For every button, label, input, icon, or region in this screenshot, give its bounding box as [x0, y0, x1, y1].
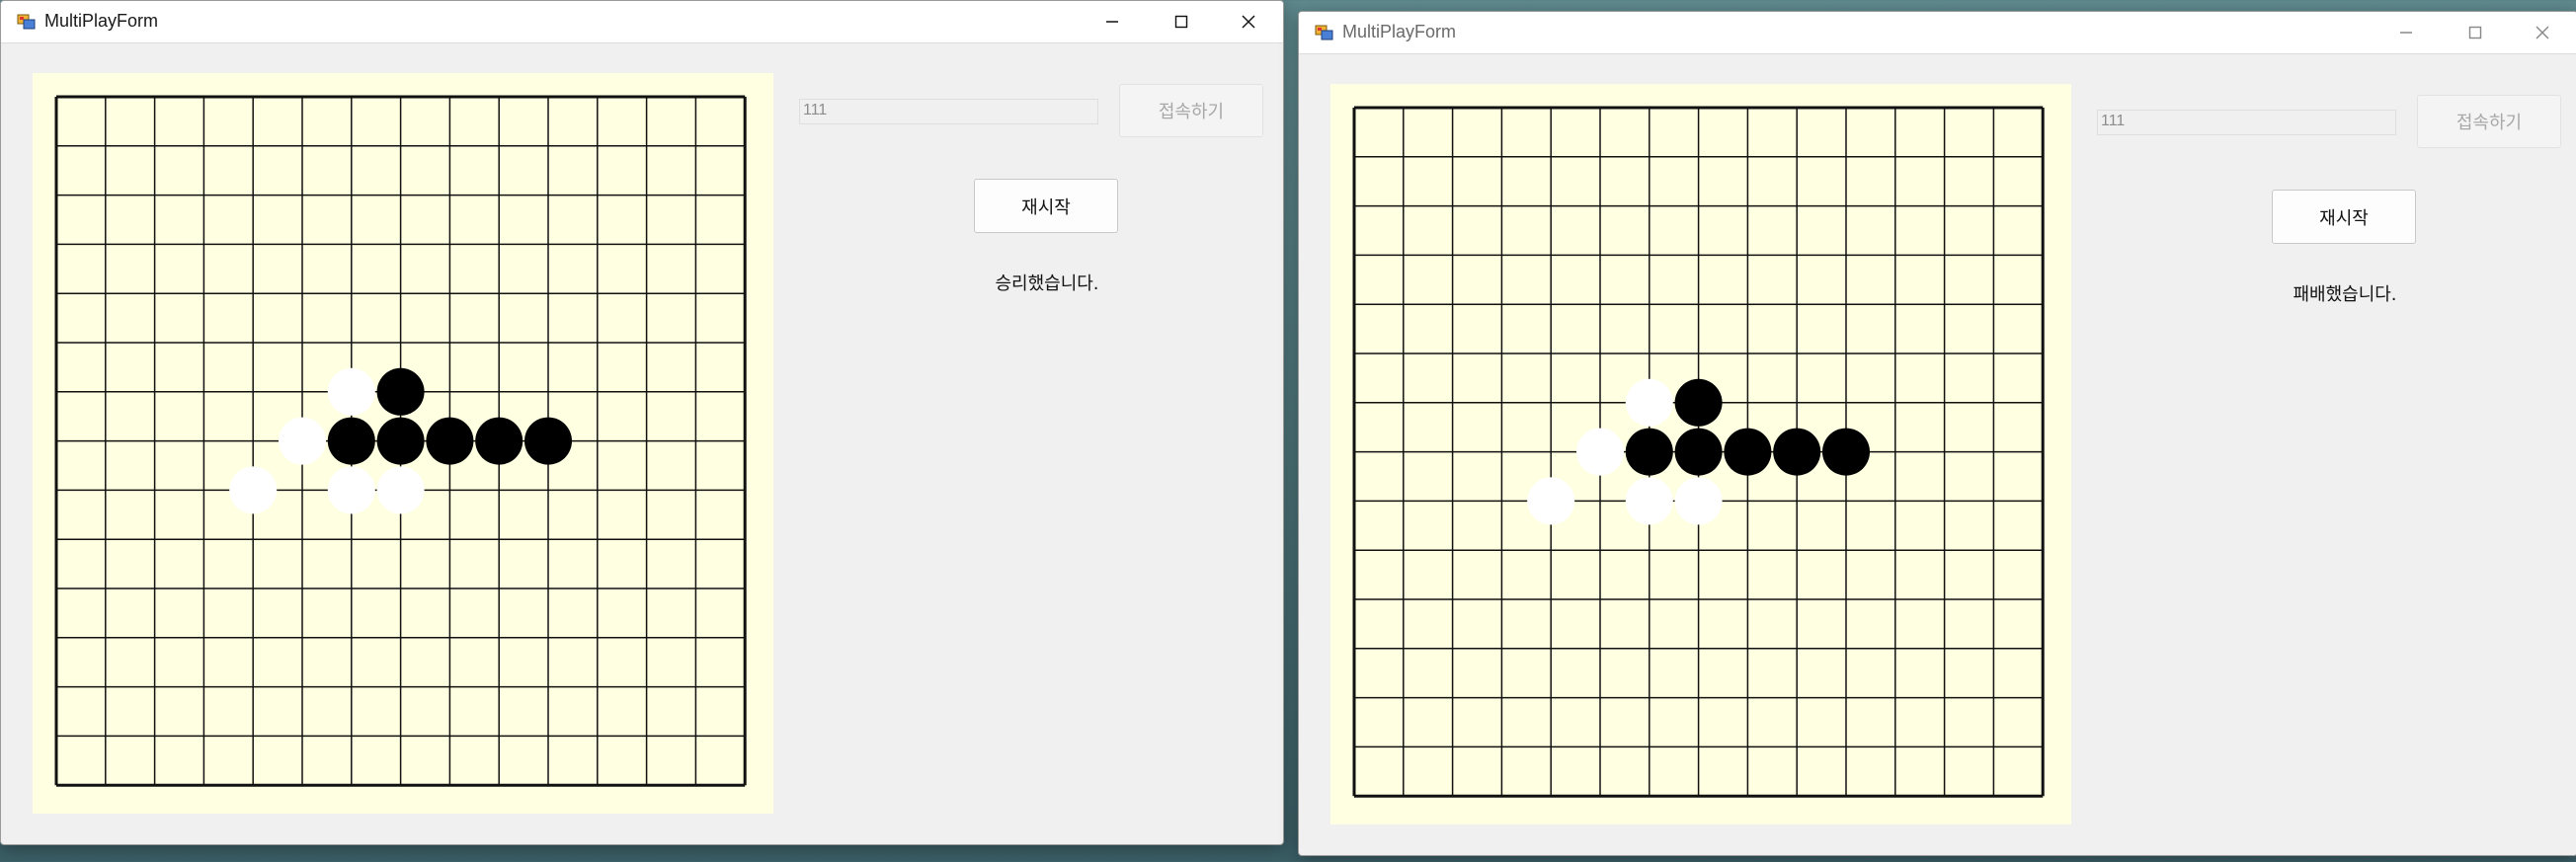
server-address-input[interactable]: 111 [799, 99, 1098, 124]
black-stone [1773, 428, 1821, 476]
board-grid[interactable] [33, 73, 773, 814]
close-icon [2536, 26, 2549, 39]
white-stone [1527, 477, 1575, 525]
window-title: MultiPlayForm [44, 11, 159, 31]
app-window-icon [1315, 25, 1333, 40]
multiplay-window-left: MultiPlayForm 111 접속하기 재시작 승리했습니다. [0, 0, 1284, 845]
multiplay-window-right: MultiPlayForm 111 접속하기 재시작 패배했습니다. [1298, 11, 2576, 856]
white-stone [1576, 428, 1624, 476]
white-stone [279, 417, 326, 465]
black-stone [524, 417, 572, 465]
minimize-button[interactable] [1078, 1, 1147, 42]
window-title: MultiPlayForm [1342, 22, 1457, 41]
white-stone [376, 466, 425, 514]
maximize-button[interactable] [1147, 1, 1216, 42]
maximize-icon [2468, 26, 2482, 39]
game-board[interactable] [33, 73, 773, 814]
restart-button[interactable]: 재시작 [2272, 190, 2416, 244]
white-stone [327, 466, 375, 514]
white-stone [1625, 477, 1673, 525]
connect-button[interactable]: 접속하기 [2417, 95, 2561, 148]
maximize-icon [1174, 15, 1188, 29]
black-stone [327, 417, 375, 465]
app-window-icon [17, 14, 36, 30]
black-stone [426, 417, 474, 465]
black-stone [1625, 428, 1673, 476]
title-bar[interactable]: MultiPlayForm [1, 1, 1283, 43]
restart-button[interactable]: 재시작 [974, 179, 1118, 233]
black-stone [376, 367, 425, 416]
maximize-button[interactable] [2441, 12, 2510, 53]
game-status-label: 승리했습니다. [995, 274, 1099, 294]
white-stone [1625, 378, 1673, 427]
white-stone [229, 466, 278, 514]
close-button[interactable] [2508, 12, 2576, 53]
minimize-icon [1106, 21, 1118, 23]
black-stone [475, 417, 523, 465]
minimize-icon [2400, 32, 2412, 34]
black-stone [1724, 428, 1772, 476]
black-stone [1674, 428, 1723, 476]
connect-button[interactable]: 접속하기 [1119, 84, 1263, 137]
close-icon [1242, 15, 1255, 29]
game-status-label: 패배했습니다. [2293, 284, 2397, 305]
black-stone [376, 417, 425, 465]
black-stone [1674, 378, 1723, 427]
game-board[interactable] [1330, 84, 2071, 824]
minimize-button[interactable] [2372, 12, 2441, 53]
board-grid[interactable] [1330, 84, 2071, 824]
white-stone [1674, 477, 1723, 525]
white-stone [327, 367, 375, 416]
server-address-input[interactable]: 111 [2097, 110, 2396, 135]
black-stone [1822, 428, 1870, 476]
title-bar[interactable]: MultiPlayForm [1299, 12, 2576, 54]
close-button[interactable] [1214, 1, 1283, 42]
